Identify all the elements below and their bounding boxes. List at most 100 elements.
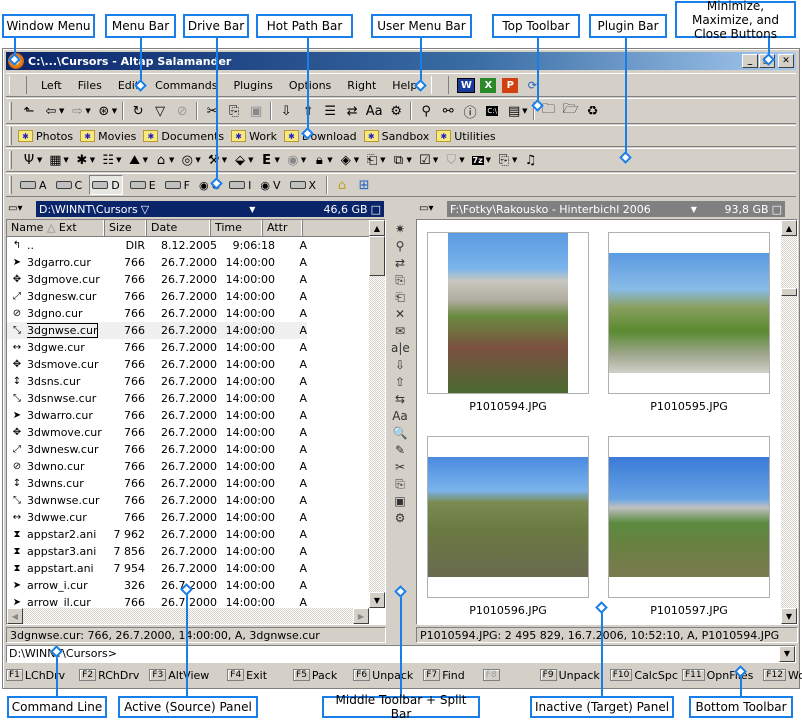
hot-path-movies[interactable]: ✱ Movies (80, 130, 136, 143)
dropdown-icon[interactable]: ▼ (380, 156, 385, 164)
file-row[interactable]: ⊘ 3dgno.cur 766 26.7.2000 14:00:00 A (7, 305, 369, 322)
pack-icon[interactable]: ⇩ (275, 101, 297, 121)
scroll-right-button[interactable]: ▶ (353, 608, 369, 624)
file-row[interactable]: ➤ 3dwarro.cur 766 26.7.2000 14:00:00 A (7, 407, 369, 424)
thumbnail-tile[interactable]: P1010597.JPG (608, 436, 770, 617)
history-dropdown-icon[interactable]: ▼ (249, 205, 255, 214)
view-icon[interactable]: 🔍 (391, 425, 409, 442)
file-row[interactable]: ➤ arrow_il.cur 766 26.7.2000 14:00:00 A (7, 594, 369, 608)
change-case-icon[interactable]: Aa (363, 101, 385, 121)
cut-icon[interactable]: ✂ (201, 101, 223, 121)
parent-dir-icon[interactable]: ⬑ (18, 101, 40, 121)
grip[interactable] (9, 76, 27, 94)
info-icon[interactable]: ⓘ (459, 101, 481, 121)
shared-folder-icon[interactable]: 🗁 (560, 101, 582, 121)
find-icon[interactable]: ⚲ (415, 101, 437, 121)
hot-path-sandbox[interactable]: ✱ Sandbox (363, 130, 429, 143)
right-drive-icon[interactable]: ▭▾ (419, 203, 433, 214)
panel-mode-dropdown-icon[interactable]: ▼ (522, 107, 527, 115)
dropdown-icon[interactable]: ▼ (116, 156, 121, 164)
file-row[interactable]: ⤡ 3dwnwse.cur 766 26.7.2000 14:00:00 A (7, 492, 369, 509)
drive-i[interactable]: I (227, 175, 253, 195)
menu-commands[interactable]: Commands (147, 79, 225, 92)
dropdown-icon[interactable]: ▼ (143, 156, 148, 164)
hot-path-work[interactable]: ✱ Work (231, 130, 277, 143)
dropdown-icon[interactable]: ▼ (512, 156, 517, 164)
file-row[interactable]: ⤡ 3dsnwse.cur 766 26.7.2000 14:00:00 A (7, 390, 369, 407)
rename-icon[interactable]: a|e (391, 340, 410, 357)
file-row[interactable]: ↕ 3dsns.cur 766 26.7.2000 14:00:00 A (7, 373, 369, 390)
file-row[interactable]: ⧗ appstar2.ani 7 962 26.7.2000 14:00:00 A (7, 526, 369, 543)
unpack-icon[interactable]: ⇩ (391, 357, 409, 374)
forward-dropdown-icon[interactable]: ▼ (85, 107, 90, 115)
home-folder-icon[interactable]: ⌂ (331, 175, 353, 195)
scroll-up-button[interactable]: ▲ (369, 220, 385, 236)
scroll-down-button[interactable]: ▼ (369, 592, 385, 608)
copy-clipboard-icon[interactable]: ⎘ (391, 476, 409, 493)
sync-icon[interactable]: ⟳ (521, 75, 543, 95)
grip[interactable] (9, 151, 12, 169)
dropdown-icon[interactable]: ▼ (248, 156, 253, 164)
fkey-f6[interactable]: F6 Unpack (353, 669, 413, 682)
command-shell-icon[interactable]: C:\ (481, 101, 503, 121)
left-panel[interactable]: Name △ Ext Size Date Time Attr ↰.. DIR 8.1… (6, 219, 386, 625)
minimize-button[interactable]: _ (742, 54, 758, 68)
fkey-f4[interactable]: F4 Exit (227, 669, 267, 682)
scroll-left-button[interactable]: ◀ (7, 608, 23, 624)
excel-icon[interactable]: X (477, 75, 499, 95)
title-bar[interactable]: C:\...\Cursors - Altap Salamander _ □ ✕ (6, 52, 796, 70)
pack-icon[interactable]: ⇧ (391, 374, 409, 391)
cut-icon[interactable]: ✂ (391, 459, 409, 476)
dropdown-icon[interactable]: ▼ (486, 156, 491, 164)
dropdown-icon[interactable]: ▼ (169, 156, 174, 164)
dropdown-icon[interactable]: ▼ (275, 156, 280, 164)
col-date[interactable]: Date (147, 220, 211, 236)
vertical-scrollbar[interactable]: ▲ ▼ (369, 220, 385, 608)
recycle-bin-icon[interactable]: ♻ (582, 101, 604, 121)
file-list[interactable]: Name △ Ext Size Date Time Attr ↰.. DIR 8.1… (7, 220, 369, 608)
dropdown-icon[interactable]: ▼ (327, 156, 332, 164)
change-attr-icon[interactable]: Aa (391, 408, 409, 425)
dropdown-icon[interactable]: ▼ (90, 156, 95, 164)
file-row[interactable]: ⊘ 3dwno.cur 766 26.7.2000 14:00:00 A (7, 458, 369, 475)
file-row[interactable]: ↕ 3dwns.cur 766 26.7.2000 14:00:00 A (7, 475, 369, 492)
paste-icon[interactable]: ▣ (391, 493, 409, 510)
copy-icon[interactable]: ⎘ (223, 101, 245, 121)
scroll-thumb[interactable] (781, 288, 797, 296)
grip[interactable] (9, 127, 12, 145)
hot-path-photos[interactable]: ✱ Photos (18, 130, 73, 143)
file-row[interactable]: ➤ 3dgarro.cur 766 26.7.2000 14:00:00 A (7, 254, 369, 271)
menu-options[interactable]: Options (281, 79, 339, 92)
dropdown-icon[interactable]: ▼ (37, 156, 42, 164)
hot-path-documents[interactable]: ✱ Documents (143, 130, 224, 143)
fkey-f5[interactable]: F5 Pack (293, 669, 337, 682)
delete-icon[interactable]: ✕ (391, 306, 409, 323)
dropdown-icon[interactable]: ▼ (354, 156, 359, 164)
fkey-f7[interactable]: F7 Find (423, 669, 465, 682)
file-row[interactable]: ⤡ 3dgnwse.cur 766 26.7.2000 14:00:00 A (7, 322, 369, 339)
drive-a[interactable]: A (18, 175, 49, 195)
command-history-dropdown-icon[interactable]: ▼ (779, 646, 795, 662)
vertical-scrollbar[interactable]: ▲ ▼ (781, 220, 797, 624)
network-neighborhood-icon[interactable]: ⊞ (353, 175, 375, 195)
drive-c[interactable]: C (54, 175, 85, 195)
menu-left[interactable]: Left (33, 79, 70, 92)
fkey-f9[interactable]: F9 Unpack (539, 669, 600, 682)
drive-e[interactable]: E (128, 175, 158, 195)
menu-plugins[interactable]: Plugins (225, 79, 280, 92)
scroll-down-button[interactable]: ▼ (781, 608, 797, 624)
grip[interactable] (431, 76, 450, 94)
hot-paths-dropdown-icon[interactable]: ▼ (112, 107, 117, 115)
move-icon[interactable]: ⎗ (391, 289, 409, 306)
thumbnail-tile[interactable]: P1010595.JPG (608, 232, 770, 413)
powerpoint-icon[interactable]: P (499, 75, 521, 95)
paste-icon[interactable]: ▣ (245, 101, 267, 121)
col-name[interactable]: Name △ Ext (7, 220, 105, 236)
file-row[interactable]: ↰.. DIR 8.12.2005 9:06:18 A (7, 237, 369, 254)
refresh-icon[interactable]: ↻ (127, 101, 149, 121)
filter-icon[interactable]: ▽ (149, 101, 171, 121)
file-row[interactable]: ✥ 3dgmove.cur 766 26.7.2000 14:00:00 A (7, 271, 369, 288)
zoom-panel-icon[interactable]: □ (371, 203, 381, 216)
close-button[interactable]: ✕ (778, 54, 794, 68)
grip[interactable] (9, 102, 12, 120)
